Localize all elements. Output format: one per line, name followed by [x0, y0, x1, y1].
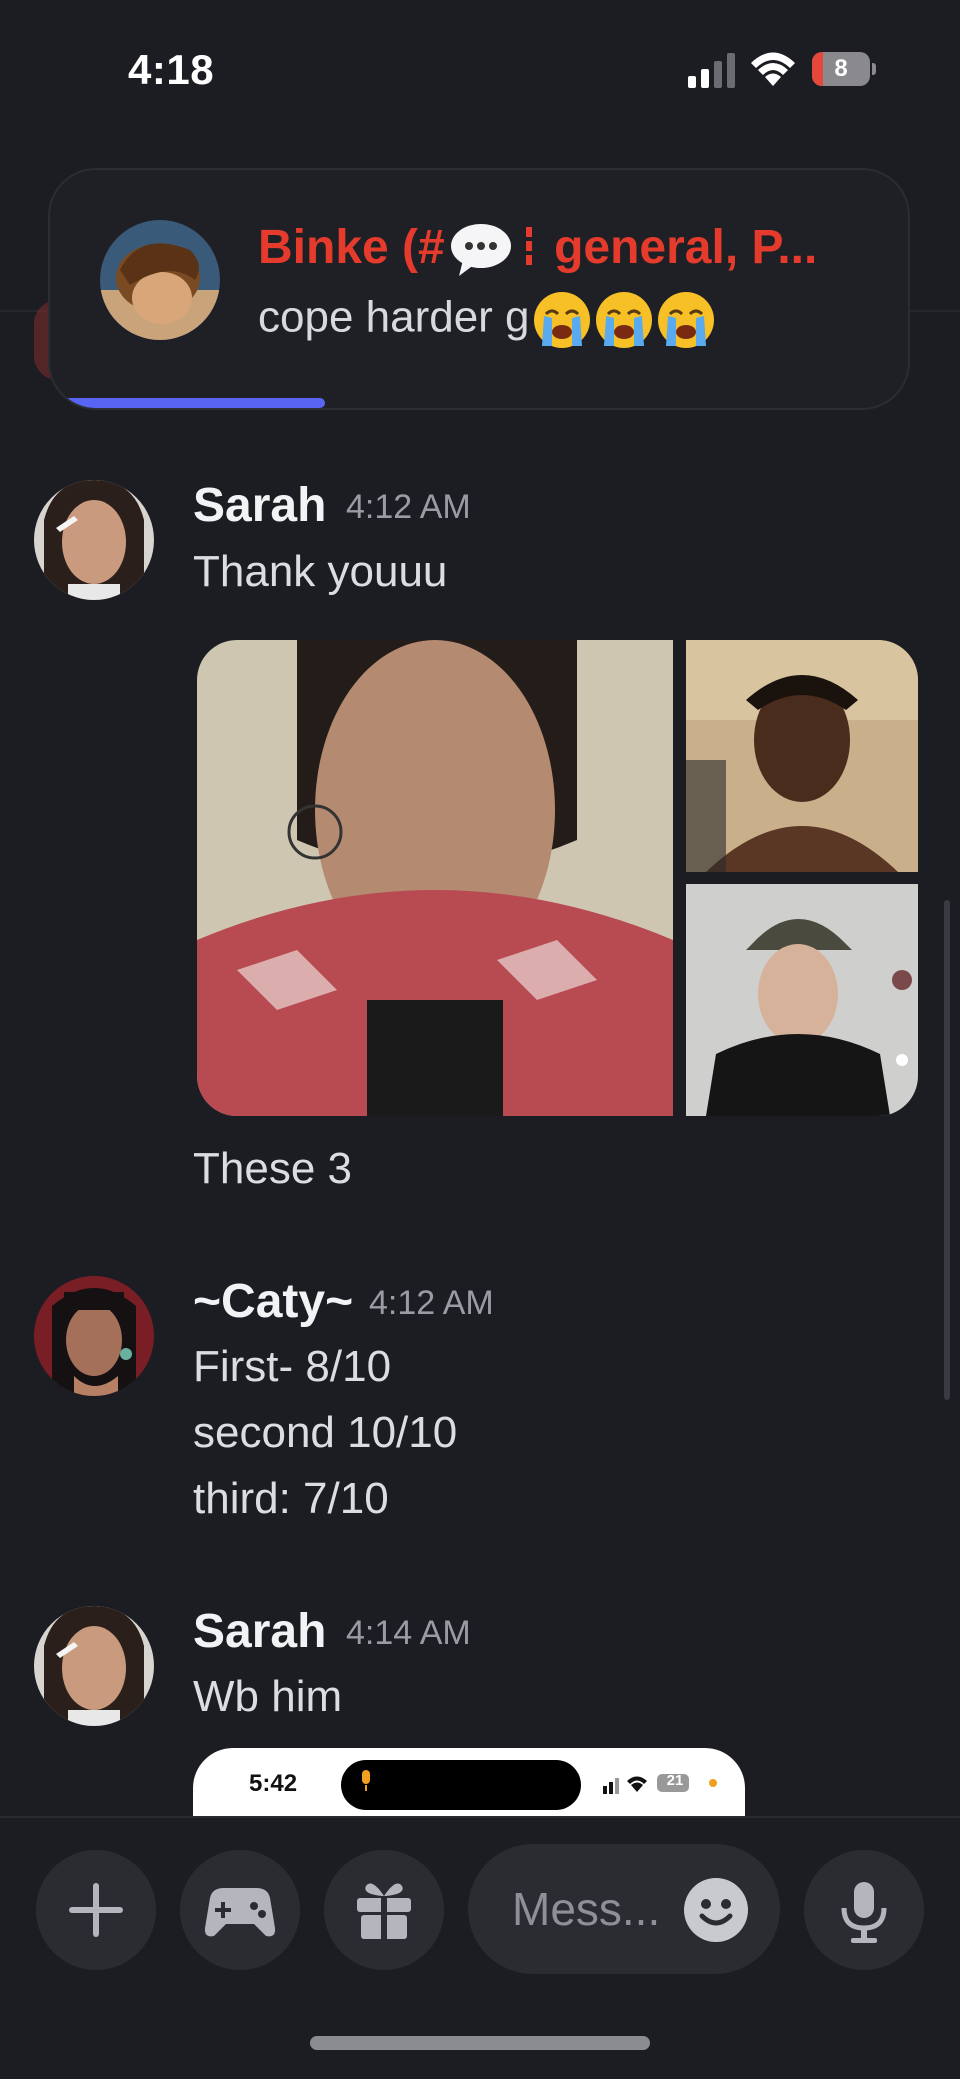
attachment-image[interactable] [197, 640, 673, 1116]
microphone-icon [362, 1770, 370, 1791]
battery-level: 8 [834, 55, 848, 82]
loudly-crying-emoji-icon [533, 292, 590, 348]
gift-icon [357, 1883, 411, 1940]
message-text: second 10/10 [193, 1408, 458, 1457]
message-caption: These 3 [193, 1144, 352, 1193]
emoji-icon[interactable] [684, 1878, 748, 1942]
avatar-caty[interactable] [34, 1276, 154, 1396]
message-username[interactable]: ~Caty~ [193, 1274, 353, 1329]
home-indicator[interactable] [310, 2036, 650, 2050]
microphone-icon [841, 1882, 887, 1943]
message-text: Wb him [193, 1672, 343, 1721]
dynamic-island [341, 1760, 581, 1810]
wifi-icon [751, 52, 795, 86]
attachment-image[interactable] [686, 884, 918, 1116]
separator-icon [525, 227, 532, 266]
notification-progress-bar [50, 398, 325, 408]
attachment-screenshot[interactable]: 5:42 21 [193, 1748, 745, 1818]
status-time: 4:18 [128, 46, 215, 93]
message-input-placeholder: Mess... [512, 1883, 661, 1935]
loudly-crying-emoji-icon [657, 292, 714, 348]
add-button[interactable] [36, 1850, 156, 1970]
battery-icon: 8 [812, 52, 876, 88]
cellular-signal-icon [688, 53, 735, 88]
notification-avatar [100, 220, 220, 340]
plus-icon [69, 1883, 123, 1937]
message-timestamp: 4:12 AM [369, 1284, 494, 1322]
message-input[interactable]: Mess... [468, 1844, 780, 1974]
message-username[interactable]: Sarah [193, 1604, 326, 1659]
scrollbar[interactable] [944, 900, 950, 1400]
screenshot-battery-level: 21 [666, 1772, 684, 1789]
notification-body-text: cope harder g [258, 292, 530, 342]
message-timestamp: 4:14 AM [346, 1614, 471, 1652]
message-text: third: 7/10 [193, 1474, 389, 1523]
screenshot-time: 5:42 [249, 1770, 298, 1797]
activities-button[interactable] [180, 1850, 300, 1970]
message-timestamp: 4:12 AM [346, 488, 471, 526]
notification-title: Binke (# general, P... [258, 220, 817, 280]
avatar-sarah[interactable] [34, 480, 154, 600]
crying-emoji-row [530, 292, 716, 348]
message-text: First- 8/10 [193, 1342, 392, 1391]
speech-bubble-icon [450, 224, 511, 277]
loudly-crying-emoji-icon [595, 292, 652, 348]
message-text: Thank youuu [193, 547, 448, 596]
notification-banner[interactable]: Binke (# general, P... cope harder g [48, 168, 910, 410]
message-username[interactable]: Sarah [193, 478, 326, 533]
gift-button[interactable] [324, 1850, 444, 1970]
notification-body: cope harder g [258, 290, 716, 350]
voice-message-button[interactable] [804, 1850, 924, 1970]
notification-title-prefix: Binke (# [258, 221, 445, 274]
attachment-image[interactable] [686, 640, 918, 872]
gamepad-icon [204, 1888, 276, 1937]
notification-title-suffix: general, P... [540, 221, 818, 274]
avatar-sarah[interactable] [34, 1606, 154, 1726]
